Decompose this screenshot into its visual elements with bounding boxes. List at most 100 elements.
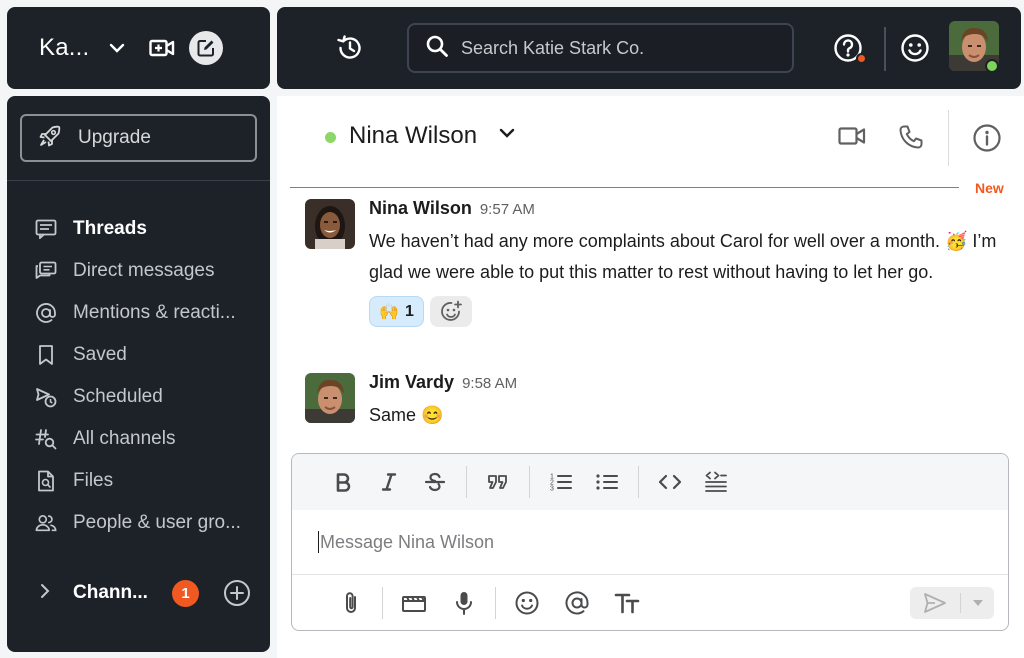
italic-icon[interactable] <box>366 472 412 492</box>
search-placeholder: Search Katie Stark Co. <box>461 37 645 58</box>
unread-badge: 1 <box>172 580 199 607</box>
divider <box>466 466 467 498</box>
avatar[interactable] <box>305 199 355 249</box>
sidebar-item-people[interactable]: People & user gro... <box>35 508 241 538</box>
add-reaction-icon <box>441 300 462 321</box>
channels-section-label: Chann... <box>73 582 148 603</box>
attachment-icon[interactable] <box>326 590 376 616</box>
notification-dot <box>856 53 867 64</box>
compose-button[interactable] <box>189 31 224 65</box>
send-button-group <box>910 587 994 619</box>
text-caret <box>318 531 319 553</box>
send-options-button[interactable] <box>961 600 994 606</box>
message-composer: 123 Message Nina Wilson <box>291 453 1009 631</box>
divider <box>948 110 949 166</box>
formatting-toolbar: 123 <box>292 454 1008 510</box>
strikethrough-icon[interactable] <box>412 471 458 493</box>
chevron-down-icon[interactable] <box>499 128 515 138</box>
search-input[interactable]: Search Katie Stark Co. <box>407 23 794 73</box>
people-icon <box>35 513 57 533</box>
mention-icon[interactable] <box>552 590 602 616</box>
reactions-bar: 🙌 1 <box>369 296 999 327</box>
sidebar-item-label: All channels <box>73 428 176 449</box>
bold-icon[interactable] <box>320 472 366 492</box>
message-text: We haven’t had any more complaints about… <box>369 231 997 282</box>
sidebar-item-mentions[interactable]: Mentions & reacti... <box>35 298 236 328</box>
threads-icon <box>35 219 57 239</box>
sidebar-item-threads[interactable]: Threads <box>35 214 147 244</box>
message[interactable]: Jim Vardy 9:58 AM Same 😊 <box>369 372 999 431</box>
sidebar-item-label: Scheduled <box>73 386 163 407</box>
message[interactable]: Nina Wilson 9:57 AM We haven’t had any m… <box>369 198 999 327</box>
microphone-icon[interactable] <box>439 590 489 616</box>
help-icon[interactable] <box>833 33 867 64</box>
avatar[interactable] <box>305 373 355 423</box>
sidebar-item-label: People & user gro... <box>73 512 241 533</box>
sidebar-item-label: Direct messages <box>73 260 215 281</box>
rocket-icon <box>38 124 62 153</box>
conversation-title[interactable]: Nina Wilson <box>349 122 477 150</box>
quote-icon[interactable] <box>475 473 521 491</box>
direct-messages-icon <box>35 261 57 281</box>
sidebar-item-all-channels[interactable]: All channels <box>35 424 175 454</box>
presence-dot <box>325 132 336 143</box>
sidebar-item-label: Mentions & reacti... <box>73 302 236 323</box>
divider <box>884 27 886 71</box>
file-search-icon <box>35 470 57 492</box>
sidebar: Upgrade Threads Direct messages Mentions… <box>7 96 270 652</box>
add-channel-icon[interactable] <box>223 579 251 607</box>
history-icon[interactable] <box>335 33 365 63</box>
new-messages-label: New <box>975 180 1004 196</box>
sidebar-item-saved[interactable]: Saved <box>35 340 127 370</box>
bulleted-list-icon[interactable] <box>584 472 630 492</box>
video-clip-icon[interactable] <box>389 593 439 613</box>
workspace-header: Ka... <box>7 7 270 89</box>
channels-section-toggle[interactable]: Chann... 1 <box>39 578 259 608</box>
caret-down-icon <box>972 600 983 606</box>
divider <box>382 587 383 619</box>
send-icon <box>924 593 946 613</box>
reaction-count: 1 <box>405 302 414 320</box>
sidebar-item-direct-messages[interactable]: Direct messages <box>35 256 215 286</box>
channel-search-icon <box>35 428 57 450</box>
sidebar-item-scheduled[interactable]: Scheduled <box>35 382 163 412</box>
message-timestamp[interactable]: 9:57 AM <box>480 201 535 218</box>
chevron-right-icon[interactable] <box>39 583 51 604</box>
message-timestamp[interactable]: 9:58 AM <box>462 375 517 392</box>
send-button[interactable] <box>910 592 960 614</box>
message-author[interactable]: Nina Wilson <box>369 198 472 219</box>
huddle-video-icon[interactable] <box>149 38 175 58</box>
reaction-emoji: 🙌 <box>379 303 399 321</box>
code-icon[interactable] <box>647 473 693 491</box>
divider <box>529 466 530 498</box>
svg-text:3: 3 <box>550 486 554 493</box>
sidebar-item-label: Threads <box>73 218 147 239</box>
video-call-icon[interactable] <box>838 126 866 146</box>
message-header: Nina Wilson 9:57 AM <box>369 198 999 224</box>
message-author[interactable]: Jim Vardy <box>369 372 454 393</box>
at-icon <box>35 302 57 324</box>
upgrade-label: Upgrade <box>78 127 151 148</box>
chevron-down-icon[interactable] <box>109 43 125 53</box>
code-block-icon[interactable] <box>693 471 739 493</box>
add-reaction-button[interactable] <box>430 296 472 327</box>
emoji-icon[interactable] <box>502 590 552 616</box>
workspace-name[interactable]: Ka... <box>39 34 89 62</box>
search-icon <box>425 34 449 63</box>
upgrade-button[interactable]: Upgrade <box>20 114 257 162</box>
divider <box>495 587 496 619</box>
reaction-pill[interactable]: 🙌 1 <box>369 296 424 327</box>
message-input[interactable]: Message Nina Wilson <box>292 510 1008 574</box>
status-emoji-icon[interactable] <box>900 33 930 63</box>
sidebar-item-label: Files <box>73 470 114 491</box>
info-icon[interactable] <box>972 123 1002 153</box>
message-input-placeholder: Message Nina Wilson <box>320 531 495 552</box>
top-bar: Search Katie Stark Co. <box>277 7 1021 89</box>
phone-call-icon[interactable] <box>898 124 924 150</box>
numbered-list-icon[interactable]: 123 <box>538 472 584 492</box>
divider <box>638 466 639 498</box>
sidebar-item-files[interactable]: Files <box>35 466 113 496</box>
text-format-icon[interactable] <box>602 592 652 614</box>
sidebar-item-label: Saved <box>73 344 127 365</box>
presence-dot <box>985 59 999 73</box>
